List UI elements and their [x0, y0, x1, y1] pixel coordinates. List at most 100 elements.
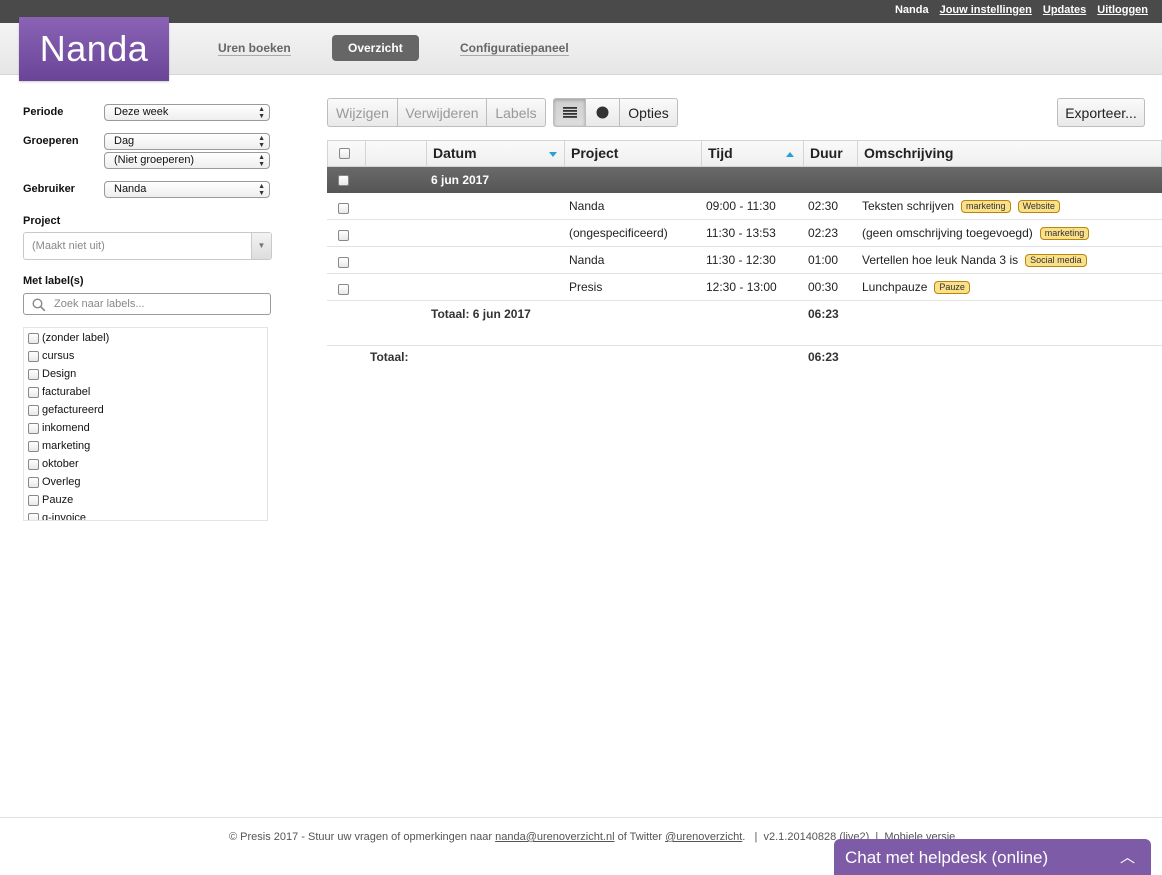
select-all-checkbox[interactable] [339, 148, 350, 159]
periode-value: Deze week [114, 106, 169, 118]
nav-configuratiepaneel[interactable]: Configuratiepaneel [460, 35, 569, 61]
cell-project: Nanda [569, 199, 605, 213]
label-list[interactable]: (zonder label) cursus Design facturabel … [23, 327, 268, 521]
label-checkbox[interactable] [28, 494, 39, 506]
label-item[interactable]: Overleg [28, 473, 81, 491]
label-item[interactable]: gefactureerd [28, 401, 104, 419]
table-row[interactable]: (ongespecificeerd) 11:30 - 13:53 02:23 (… [327, 220, 1162, 247]
table-row[interactable]: Nanda 11:30 - 12:30 01:00 Vertellen hoe … [327, 247, 1162, 274]
label-text: gefactureerd [42, 404, 104, 416]
label-checkbox[interactable] [28, 512, 39, 520]
label-text: facturabel [42, 386, 91, 398]
chevron-down-icon[interactable]: ▼ [251, 233, 271, 259]
sort-up-icon [786, 152, 794, 157]
header-tijd[interactable]: Tijd [701, 141, 803, 166]
label-checkbox[interactable] [28, 386, 39, 398]
label-text: inkomend [42, 422, 90, 434]
label-search-input[interactable]: Zoek naar labels... [23, 293, 271, 315]
table-row[interactable]: Presis 12:30 - 13:00 00:30 Lunchpauze Pau… [327, 274, 1162, 301]
label-checkbox[interactable] [28, 458, 39, 470]
list-view-button[interactable] [553, 98, 586, 127]
logo[interactable]: Nanda [19, 17, 169, 81]
footer-text: © Presis 2017 - Stuur uw vragen of opmer… [229, 831, 496, 843]
project-combobox[interactable]: (Maakt niet uit) ▼ [23, 232, 272, 260]
settings-link[interactable]: Jouw instellingen [940, 4, 1032, 16]
label-text: (zonder label) [42, 332, 110, 344]
label-item[interactable]: q-invoice [28, 509, 87, 521]
opties-button[interactable]: Opties [619, 98, 678, 127]
sort-down-icon [549, 152, 557, 157]
current-user: Nanda [894, 4, 929, 16]
table-row[interactable]: Nanda 09:00 - 11:30 02:30 Teksten schrij… [327, 193, 1162, 220]
row-checkbox[interactable] [338, 257, 349, 268]
row-checkbox[interactable] [338, 203, 349, 214]
omschrijving-text: Lunchpauze [862, 280, 928, 294]
gebruiker-select[interactable]: Nanda ▲ ▼ [104, 181, 270, 198]
group-checkbox[interactable] [338, 175, 349, 186]
tag-badge[interactable]: Pauze [934, 281, 970, 294]
labels-button[interactable]: Labels [486, 98, 546, 127]
group-row: 6 jun 2017 [327, 167, 1162, 193]
label-item[interactable]: inkomend [28, 419, 90, 437]
label-item[interactable]: (zonder label) [28, 329, 109, 347]
cell-tijd: 12:30 - 13:00 [706, 280, 777, 294]
label-item[interactable]: cursus [28, 347, 74, 365]
updates-link[interactable]: Updates [1043, 4, 1086, 16]
tag-badge[interactable]: Website [1017, 200, 1060, 213]
label-checkbox[interactable] [28, 476, 39, 488]
footer-text: of Twitter [614, 831, 666, 843]
header-project[interactable]: Project [564, 141, 701, 166]
total-divider [327, 345, 1162, 346]
cell-duur: 02:23 [808, 226, 839, 240]
cell-project: (ongespecificeerd) [569, 226, 668, 240]
exporteer-button[interactable]: Exporteer... [1057, 98, 1145, 127]
cell-duur: 01:00 [808, 253, 839, 267]
header-datum[interactable]: Datum [426, 141, 564, 166]
row-checkbox[interactable] [338, 284, 349, 295]
groeperen-select-2[interactable]: (Niet groeperen) ▲ ▼ [104, 152, 270, 169]
label-item[interactable]: oktober [28, 455, 79, 473]
tag-badge[interactable]: Social media [1025, 254, 1087, 267]
header-omschrijving[interactable]: Omschrijving [857, 141, 1161, 166]
wijzigen-button[interactable]: Wijzigen [327, 98, 398, 127]
label-checkbox[interactable] [28, 440, 39, 452]
label-item[interactable]: marketing [28, 437, 90, 455]
pie-chart-icon [596, 106, 609, 119]
row-checkbox[interactable] [338, 230, 349, 241]
verwijderen-button[interactable]: Verwijderen [397, 98, 487, 127]
chat-helpdesk-button[interactable]: Chat met helpdesk (online) ︿ [834, 839, 1151, 875]
label-checkbox[interactable] [28, 422, 39, 434]
cell-duur: 00:30 [808, 280, 839, 294]
label-checkbox[interactable] [28, 368, 39, 380]
label-item[interactable]: Design [28, 365, 76, 383]
label-text: marketing [42, 440, 91, 452]
nav-uren-boeken[interactable]: Uren boeken [218, 35, 291, 61]
footer-twitter-link[interactable]: @urenoverzicht [665, 831, 742, 843]
label-item[interactable]: facturabel [28, 383, 90, 401]
tag-badge[interactable]: marketing [961, 200, 1011, 213]
tag-badge[interactable]: marketing [1039, 227, 1090, 240]
footer-email-link[interactable]: nanda@urenoverzicht.nl [495, 831, 614, 843]
chat-label: Chat met helpdesk (online) [845, 848, 1049, 867]
groeperen-select-1[interactable]: Dag ▲ ▼ [104, 133, 270, 150]
group-total-value: 06:23 [808, 307, 839, 321]
label-text: q-invoice [42, 512, 87, 521]
cell-project: Nanda [569, 253, 605, 267]
select-arrows-icon: ▲ ▼ [258, 106, 265, 120]
chart-view-button[interactable] [585, 98, 620, 127]
cell-omschrijving: Lunchpauze Pauze [862, 280, 970, 294]
logout-link[interactable]: Uitloggen [1097, 4, 1148, 16]
search-icon [32, 298, 46, 312]
label-item[interactable]: Pauze [28, 491, 73, 509]
label-checkbox[interactable] [28, 350, 39, 362]
periode-select[interactable]: Deze week ▲ ▼ [104, 104, 270, 121]
groeperen-value-1: Dag [114, 135, 135, 147]
nav-overzicht[interactable]: Overzicht [332, 35, 419, 61]
top-bar: Nanda Jouw instellingen Updates Uitlogge… [0, 0, 1162, 23]
label-checkbox[interactable] [28, 404, 39, 416]
header-duur[interactable]: Duur [803, 141, 857, 166]
select-arrows-icon: ▲ ▼ [258, 135, 265, 149]
label-checkbox[interactable] [28, 332, 39, 344]
table-header: Datum Project Tijd Duur Omschrijving [327, 140, 1162, 167]
groeperen-value-2: (Niet groeperen) [114, 154, 195, 166]
